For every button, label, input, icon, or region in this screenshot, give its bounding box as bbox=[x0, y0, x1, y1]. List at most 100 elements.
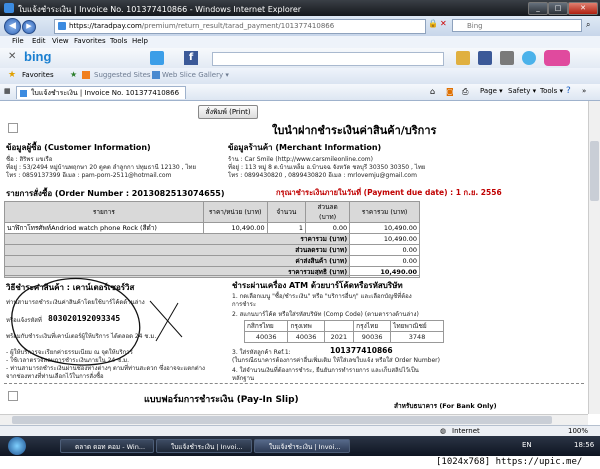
atm-step-1: 1. กดเลือกเมนู "ซื้อ/ชำระเงิน" หรือ "บริ… bbox=[232, 293, 412, 300]
window-title: ใบแจ้งชำระเงิน | Invoice No. 10137741086… bbox=[18, 5, 302, 14]
item-price: 10,490.00 bbox=[202, 222, 268, 234]
forward-button[interactable]: ▶ bbox=[22, 20, 36, 34]
start-button[interactable] bbox=[8, 437, 26, 455]
add-favorite-icon[interactable]: ★ bbox=[70, 70, 77, 79]
bank-code: 3748 bbox=[390, 331, 444, 343]
discount-total-label: ส่วนลดรวม (บาท) bbox=[3, 244, 351, 256]
resolution-watermark: [1024x768] https://upic.me/ bbox=[436, 457, 583, 467]
menu-favorites[interactable]: Favorites bbox=[74, 37, 106, 45]
shipping-label: ค่าส่งสินค้า (บาท) bbox=[3, 255, 351, 267]
home-icon[interactable]: ⌂ bbox=[430, 87, 435, 96]
taskbar-item-ie-1[interactable]: ใบแจ้งชำระเงิน | Invoi... bbox=[156, 439, 252, 453]
more-icon[interactable]: » bbox=[582, 87, 586, 95]
menu-file[interactable]: File bbox=[12, 37, 24, 45]
order-items-table: รายการ ราคา/หน่วย (บาท) จำนวน ส่วนลด (บา… bbox=[3, 201, 420, 278]
favorites-star-icon[interactable]: ★ bbox=[8, 70, 16, 80]
print-button[interactable]: สั่งพิมพ์ (Print) bbox=[198, 105, 258, 119]
ref1-value: 101377410866 bbox=[330, 346, 393, 355]
order-heading: รายการสั่งซื้อ (Order Number : 201308251… bbox=[6, 189, 225, 198]
tab-page-icon bbox=[20, 90, 27, 97]
safety-menu[interactable]: Safety ▾ bbox=[508, 87, 536, 95]
tab-invoice[interactable]: ใบแจ้งชำระเงิน | Invoice No. 10137741086… bbox=[16, 86, 186, 99]
web-slice-icon bbox=[152, 71, 160, 79]
page-icon bbox=[58, 22, 66, 30]
search-input[interactable]: Bing bbox=[452, 19, 582, 32]
twitter-icon[interactable] bbox=[150, 51, 164, 65]
watermark: [1024x768] https://upic.me/ bbox=[0, 456, 600, 469]
payment-due-date: กรุณาชำระเงินภายในวันที่ (Payment due da… bbox=[276, 188, 502, 197]
feeds-icon[interactable]: ◙ bbox=[446, 87, 454, 96]
close-toolbar-icon[interactable]: ✕ bbox=[8, 51, 16, 62]
table-row: นาฬิกาโทรศัพท์Andriod watch phone Rock (… bbox=[4, 222, 420, 234]
like-icon[interactable] bbox=[456, 51, 470, 65]
facebook-share-icon[interactable] bbox=[478, 51, 492, 65]
vertical-scrollbar[interactable] bbox=[588, 101, 600, 414]
suggested-sites-link[interactable]: Suggested Sites ▾ bbox=[94, 71, 156, 79]
taskbar-item-firefox[interactable]: ตลาด ดอท คอม - Win... bbox=[60, 439, 154, 453]
shipping-value: 0.00 bbox=[349, 255, 420, 267]
tools-menu[interactable]: Tools ▾ bbox=[540, 87, 563, 95]
item-qty: 1 bbox=[266, 222, 307, 234]
url-domain: https://taradpay.com bbox=[69, 22, 142, 30]
minimize-button[interactable]: _ bbox=[528, 2, 548, 15]
subtotal-value: 10,490.00 bbox=[349, 233, 420, 245]
security-zone: Internet bbox=[452, 427, 480, 435]
col-item: รายการ bbox=[4, 201, 204, 223]
facebook-icon[interactable]: f bbox=[184, 51, 198, 65]
broken-image-icon-2 bbox=[8, 391, 18, 401]
lock-icon[interactable]: 🔒 bbox=[428, 19, 438, 28]
menu-tools[interactable]: Tools bbox=[110, 37, 127, 45]
menu-help[interactable]: Help bbox=[132, 37, 148, 45]
bank-code-table: กสิกรไทย กรุงเทพ กรุงไทย ไทยพาณิชย์ 4003… bbox=[243, 320, 444, 343]
discount-total-value: 0.00 bbox=[349, 244, 420, 256]
subtotal-label: ราคารวม (บาท) bbox=[3, 233, 351, 245]
bank-code: 40036 bbox=[243, 331, 289, 343]
clock[interactable]: 18:56 bbox=[574, 441, 594, 449]
bank-header: กรุงไทย bbox=[353, 320, 392, 332]
hand-drawn-circle-annotation bbox=[11, 277, 183, 366]
close-button[interactable]: ✕ bbox=[568, 2, 598, 15]
col-qty: จำนวน bbox=[266, 201, 307, 223]
menu-edit[interactable]: Edit bbox=[32, 37, 46, 45]
hscroll-thumb[interactable] bbox=[12, 416, 552, 424]
web-slice-gallery-link[interactable]: Web Slice Gallery ▾ bbox=[162, 71, 229, 79]
col-unit-price: ราคา/หน่วย (บาท) bbox=[202, 201, 268, 223]
suggested-sites-icon bbox=[82, 71, 90, 79]
zone-globe-icon: ◍ bbox=[440, 427, 447, 435]
scroll-thumb[interactable] bbox=[590, 141, 599, 201]
page-menu[interactable]: Page ▾ bbox=[480, 87, 503, 95]
address-input[interactable]: https://taradpay.com/premium/return_resu… bbox=[54, 19, 426, 34]
col-total: ราคารวม (บาท) bbox=[349, 201, 420, 223]
col-discount: ส่วนลด (บาท) bbox=[305, 201, 351, 223]
bank-header: กสิกรไทย bbox=[243, 320, 289, 332]
zoom-level[interactable]: 100% bbox=[568, 427, 588, 435]
bank-code: 90036 bbox=[353, 331, 392, 343]
customer-contact: โทร : 0859137399 อีเมล : pam-porn-2511@h… bbox=[6, 172, 172, 179]
print-icon[interactable]: ⎙ bbox=[462, 87, 468, 97]
stop-icon[interactable]: ✕ bbox=[440, 19, 447, 28]
mail-icon[interactable] bbox=[500, 51, 514, 65]
back-button[interactable]: ◀ bbox=[4, 18, 21, 35]
bank-code: 2021 bbox=[323, 331, 355, 343]
item-name: นาฬิกาโทรศัพท์Andriod watch phone Rock (… bbox=[4, 222, 204, 234]
toolbar: ✕ bing f bbox=[0, 48, 600, 68]
toolbar-search-box[interactable] bbox=[212, 52, 444, 66]
merchant-contact: โทร : 0899430820 , 0899430820 อีเมล : mr… bbox=[228, 172, 417, 179]
bing-logo: bing bbox=[24, 49, 52, 64]
taskbar-item-ie-2[interactable]: ใบแจ้งชำระเงิน | Invoi... bbox=[254, 439, 350, 453]
help-icon[interactable]: ? bbox=[566, 86, 571, 96]
merchant-heading: ข้อมูลร้านค้า (Merchant Information) bbox=[228, 143, 382, 152]
bank-only-label: สำหรับธนาคาร (For Bank Only) bbox=[394, 402, 497, 410]
search-icon[interactable]: ⌕ bbox=[586, 20, 590, 30]
favorites-bar: ★ Favorites ★ Suggested Sites ▾ Web Slic… bbox=[0, 68, 600, 85]
menu-view[interactable]: View bbox=[52, 37, 69, 45]
maximize-button[interactable]: □ bbox=[548, 2, 568, 15]
language-indicator[interactable]: EN bbox=[522, 441, 532, 449]
twitter-bird-icon[interactable] bbox=[522, 51, 536, 65]
myspace-icon[interactable] bbox=[544, 50, 570, 66]
quick-tabs-icon[interactable]: ▦ bbox=[4, 87, 11, 95]
item-total: 10,490.00 bbox=[349, 222, 420, 234]
payin-heading: แบบฟอร์มการชำระเงิน (Pay-In Slip) bbox=[144, 395, 299, 405]
page-content: สั่งพิมพ์ (Print) ใบนำฝากชำระเงินค่าสินค… bbox=[0, 101, 588, 414]
favorites-button[interactable]: Favorites bbox=[22, 71, 54, 79]
